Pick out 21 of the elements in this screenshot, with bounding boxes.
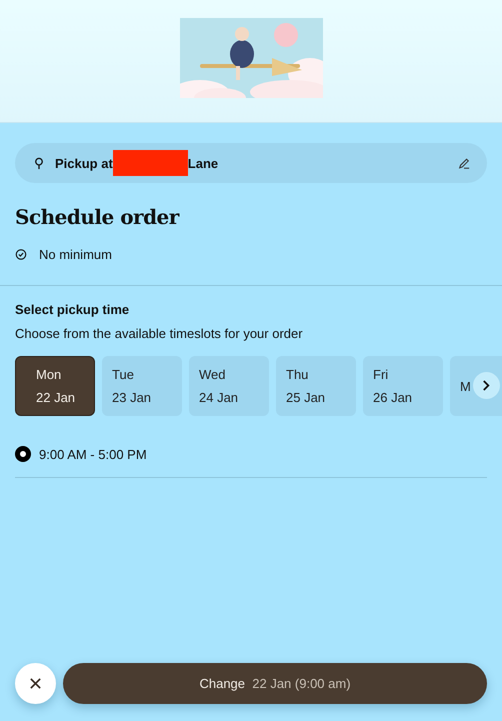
- timeslot-label: 9:00 AM - 5:00 PM: [39, 446, 147, 462]
- day-card[interactable]: Mon 22 Jan: [15, 356, 95, 416]
- change-button[interactable]: Change 22 Jan (9:00 am): [63, 663, 487, 704]
- check-circle-icon: [15, 248, 27, 261]
- pickup-prefix: Pickup at: [55, 156, 113, 170]
- close-button[interactable]: [15, 663, 56, 704]
- radio-button[interactable]: [15, 446, 31, 462]
- section-subtitle: Choose from the available timeslots for your order: [15, 326, 304, 341]
- page-title: Schedule order: [15, 205, 180, 229]
- pickup-location-bar[interactable]: Pickup at Lane: [15, 143, 487, 183]
- close-icon: [29, 677, 42, 690]
- edit-icon[interactable]: [458, 156, 470, 170]
- minimum-text: No minimum: [39, 247, 112, 262]
- section-heading: Select pickup time: [15, 302, 130, 317]
- day-card[interactable]: Thu 25 Jan: [276, 356, 356, 416]
- day-card[interactable]: Wed 24 Jan: [189, 356, 269, 416]
- day-card[interactable]: Tue 23 Jan: [102, 356, 182, 416]
- day-card[interactable]: Fri 26 Jan: [363, 356, 443, 416]
- pickup-street: Lane: [188, 156, 218, 170]
- location-pin-icon: [33, 156, 45, 170]
- chevron-right-icon: [482, 379, 491, 392]
